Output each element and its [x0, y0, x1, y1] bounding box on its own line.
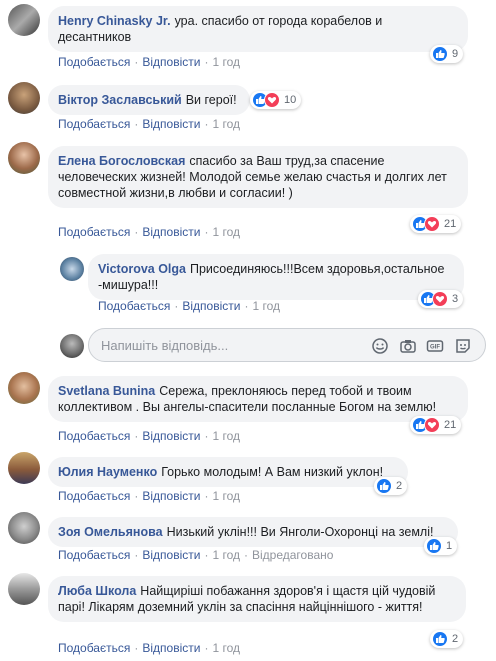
love-icon	[264, 92, 280, 108]
avatar[interactable]	[8, 512, 40, 544]
reply-link[interactable]: Відповісти	[142, 55, 200, 69]
comment-author[interactable]: Люба Школа	[58, 584, 136, 598]
like-link[interactable]: Подобається	[98, 299, 170, 313]
comment-author[interactable]: Victorova Olga	[98, 262, 186, 276]
comment-author[interactable]: Юлия Науменко	[58, 465, 157, 479]
comment-bubble: Люба Школа Найщиріші побажання здоров'я і…	[48, 576, 466, 622]
comment-actions: Подобається · Відповісти · 1 год	[58, 489, 240, 503]
comment-actions: Подобається · Відповісти · 1 год · Відредагова…	[58, 548, 334, 562]
reaction-count[interactable]: 21	[410, 416, 462, 434]
avatar[interactable]	[8, 452, 40, 484]
timestamp[interactable]: 1 год	[212, 548, 240, 562]
timestamp[interactable]: 1 год	[212, 489, 240, 503]
like-link[interactable]: Подобається	[58, 117, 130, 131]
edited-label[interactable]: Відредаговано	[252, 548, 333, 562]
reaction-count[interactable]: 1	[424, 537, 458, 555]
comment-actions: Подобається · Відповісти · 1 год	[58, 641, 240, 655]
emoji-icon[interactable]	[371, 337, 389, 355]
comment-actions: Подобається · Відповісти · 1 год	[58, 225, 240, 239]
comment-text: Низький уклін!!! Ви Янголи-Охоронці на з…	[166, 525, 434, 539]
avatar[interactable]	[60, 257, 84, 281]
timestamp[interactable]: 1 год	[212, 55, 240, 69]
avatar[interactable]	[8, 372, 40, 404]
reply-link[interactable]: Відповісти	[142, 489, 200, 503]
reply-input[interactable]	[99, 337, 353, 354]
comment-bubble: Юлия Науменко Горько молодым! А Вам низки…	[48, 457, 408, 487]
love-icon	[424, 216, 440, 232]
gif-icon[interactable]: GIF	[426, 337, 444, 355]
reaction-count[interactable]: 2	[430, 630, 464, 648]
comment-text: Ви герої!	[185, 93, 237, 107]
avatar[interactable]	[8, 4, 40, 36]
camera-icon[interactable]	[399, 337, 417, 355]
reply-box[interactable]: GIF	[88, 328, 486, 362]
avatar[interactable]	[8, 142, 40, 174]
like-link[interactable]: Подобається	[58, 489, 130, 503]
timestamp[interactable]: 1 год	[212, 225, 240, 239]
reply-link[interactable]: Відповісти	[142, 548, 200, 562]
comment-author[interactable]: Віктор Заславський	[58, 93, 182, 107]
like-link[interactable]: Подобається	[58, 641, 130, 655]
reply-link[interactable]: Відповісти	[142, 117, 200, 131]
like-link[interactable]: Подобається	[58, 548, 130, 562]
reaction-count[interactable]: 2	[374, 477, 408, 495]
comment-actions: Подобається · Відповісти · 1 год	[58, 429, 240, 443]
reaction-count[interactable]: 10	[250, 91, 302, 109]
reaction-count[interactable]: 9	[430, 45, 464, 63]
reply-bubble: Victorova Olga Присоединяюсь!!!Всем здоро…	[88, 254, 464, 300]
like-icon	[432, 631, 448, 647]
comment-author[interactable]: Svetlana Bunina	[58, 384, 155, 398]
comment-author[interactable]: Елена Богословская	[58, 154, 185, 168]
timestamp[interactable]: 1 год	[252, 299, 280, 313]
comment-author[interactable]: Зоя Омельянова	[58, 525, 163, 539]
avatar[interactable]	[8, 573, 40, 605]
reaction-count[interactable]: 3	[418, 290, 464, 308]
like-icon	[376, 478, 392, 494]
comment-bubble: Svetlana Bunina Сережа, преклоняюсь перед…	[48, 376, 468, 422]
comment-actions: Подобається · Відповісти · 1 год	[58, 117, 240, 131]
love-icon	[424, 417, 440, 433]
comment-bubble: Henry Chinasky Jr. ура. спасибо от города…	[48, 6, 468, 52]
comment-bubble: Зоя Омельянова Низький уклін!!! Ви Янголи…	[48, 517, 458, 547]
current-user-avatar	[60, 334, 84, 358]
comment-actions: Подобається · Відповісти · 1 год	[58, 55, 240, 69]
timestamp[interactable]: 1 год	[212, 641, 240, 655]
comment-bubble: Елена Богословская спасибо за Ваш труд,за…	[48, 146, 468, 208]
like-icon	[432, 46, 448, 62]
reply-link[interactable]: Відповісти	[142, 225, 200, 239]
timestamp[interactable]: 1 год	[212, 117, 240, 131]
sticker-icon[interactable]	[454, 337, 472, 355]
avatar[interactable]	[8, 82, 40, 114]
reply-link[interactable]: Відповісти	[142, 641, 200, 655]
svg-text:GIF: GIF	[430, 345, 440, 351]
reply-link[interactable]: Відповісти	[142, 429, 200, 443]
reply-link[interactable]: Відповісти	[182, 299, 240, 313]
like-icon	[426, 538, 442, 554]
love-icon	[432, 291, 448, 307]
like-link[interactable]: Подобається	[58, 55, 130, 69]
comment-text: Горько молодым! А Вам низкий уклон!	[161, 465, 384, 479]
comment-actions: Подобається · Відповісти · 1 год	[98, 299, 280, 313]
reaction-count[interactable]: 21	[410, 215, 462, 233]
timestamp[interactable]: 1 год	[212, 429, 240, 443]
like-link[interactable]: Подобається	[58, 225, 130, 239]
comment-bubble: Віктор Заславський Ви герої!	[48, 85, 250, 115]
comment-author[interactable]: Henry Chinasky Jr.	[58, 14, 171, 28]
like-link[interactable]: Подобається	[58, 429, 130, 443]
